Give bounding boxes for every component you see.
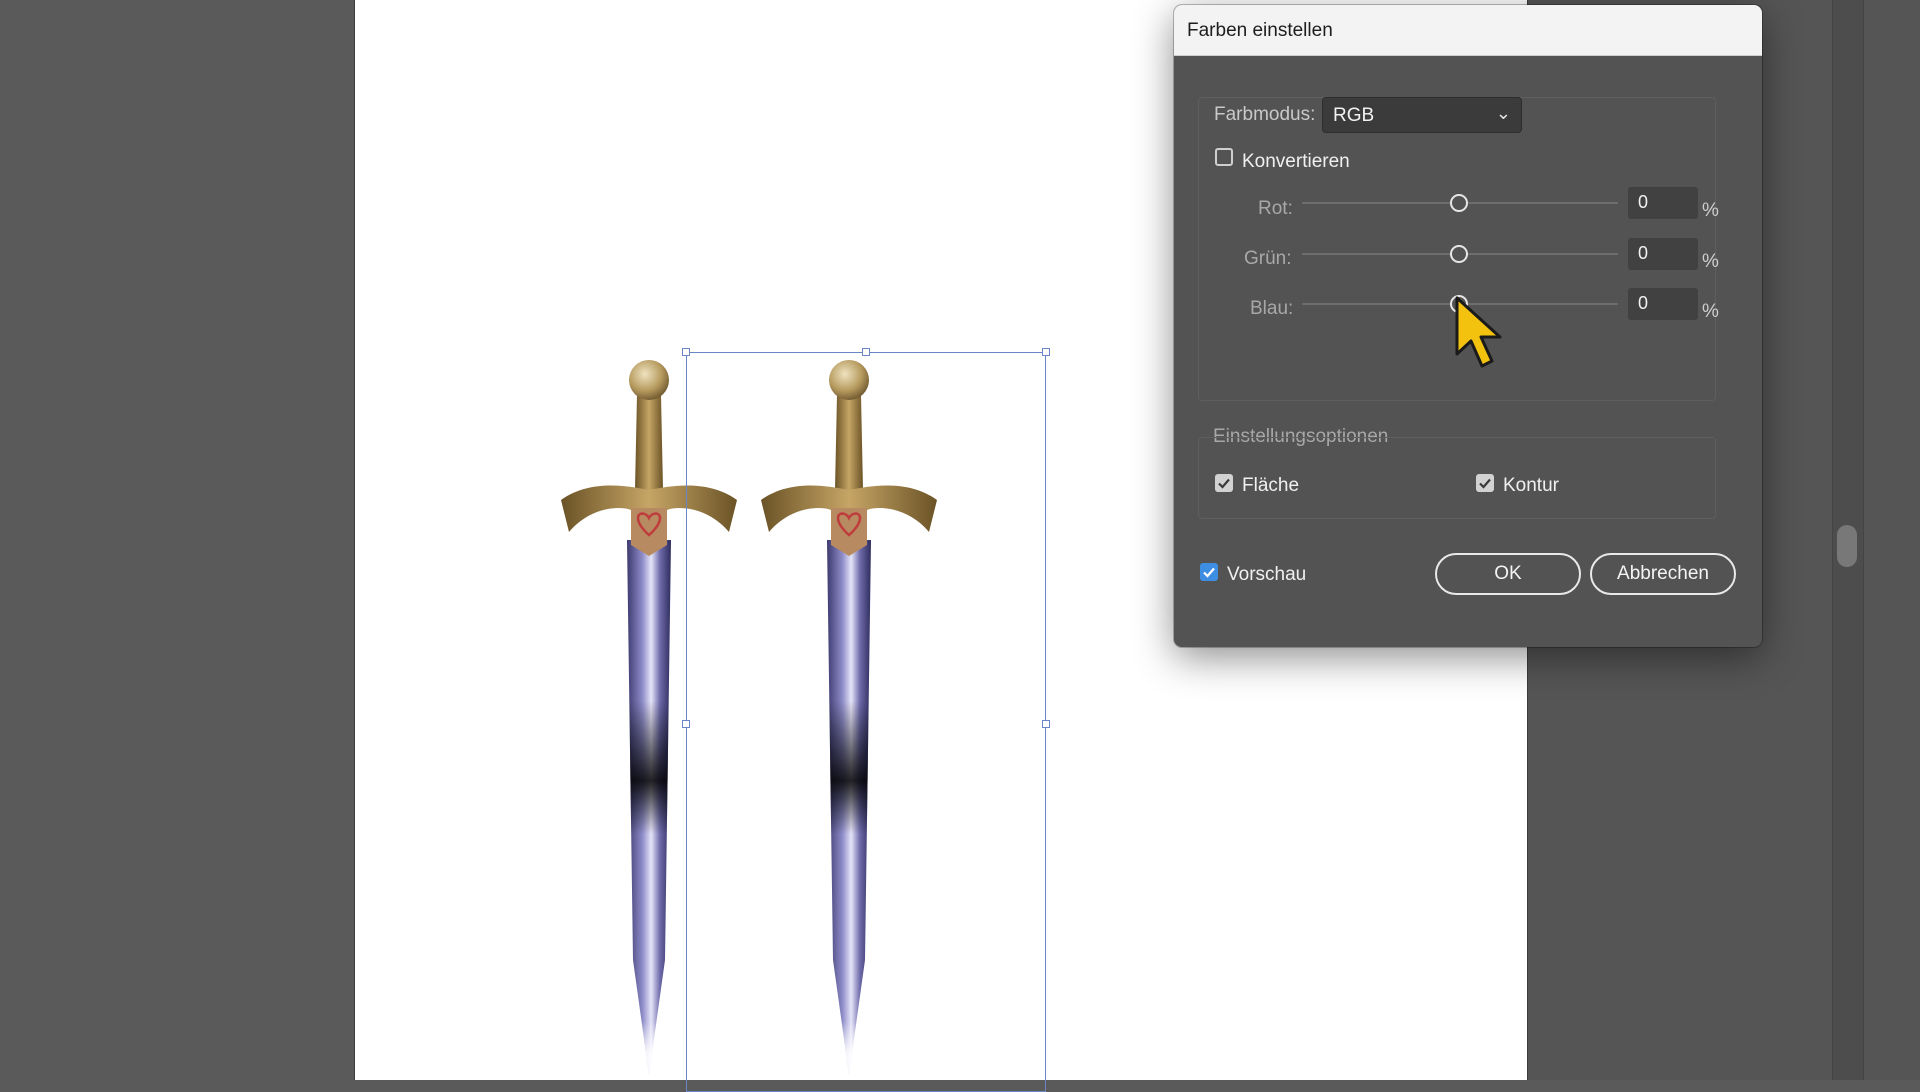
color-mode-select[interactable]: RGB ⌄	[1322, 97, 1522, 133]
ok-button[interactable]: OK	[1435, 553, 1581, 595]
fill-checkbox[interactable]	[1215, 474, 1233, 492]
color-mode-value: RGB	[1333, 105, 1375, 126]
blue-value-input[interactable]: 0	[1628, 288, 1698, 320]
blue-channel-label: Blau:	[1250, 298, 1294, 319]
checkmark-icon	[1479, 478, 1491, 489]
selection-bounding-box[interactable]	[682, 348, 1050, 1092]
chevron-down-icon: ⌄	[1495, 103, 1511, 123]
resize-handle-top-right[interactable]	[1042, 348, 1050, 356]
dialog-titlebar[interactable]: Farben einstellen	[1174, 5, 1762, 56]
convert-checkbox[interactable]	[1215, 148, 1233, 166]
preview-label: Vorschau	[1227, 564, 1307, 585]
cancel-button[interactable]: Abbrechen	[1590, 553, 1736, 595]
dialog-title: Farben einstellen	[1187, 20, 1333, 41]
convert-label: Konvertieren	[1242, 151, 1350, 172]
stroke-checkbox[interactable]	[1476, 474, 1494, 492]
color-mode-label: Farbmodus:	[1214, 104, 1316, 125]
green-channel-label: Grün:	[1244, 248, 1292, 269]
fill-label: Fläche	[1242, 475, 1300, 496]
mouse-pointer-icon	[1455, 296, 1502, 368]
stroke-label: Kontur	[1503, 475, 1559, 496]
resize-handle-middle-right[interactable]	[1042, 720, 1050, 728]
checkmark-icon	[1218, 478, 1230, 489]
red-value: 0	[1638, 192, 1649, 212]
resize-handle-top-center[interactable]	[862, 348, 870, 356]
resize-handle-top-left[interactable]	[682, 348, 690, 356]
resize-handle-middle-left[interactable]	[682, 720, 690, 728]
green-slider-thumb[interactable]	[1450, 245, 1468, 263]
green-unit: %	[1702, 251, 1719, 272]
blue-unit: %	[1702, 301, 1719, 322]
preview-checkbox[interactable]	[1200, 563, 1218, 581]
red-unit: %	[1702, 200, 1719, 221]
checkmark-icon	[1203, 567, 1215, 578]
green-value: 0	[1638, 243, 1649, 263]
green-value-input[interactable]: 0	[1628, 238, 1698, 270]
blue-value: 0	[1638, 293, 1649, 313]
red-slider-thumb[interactable]	[1450, 194, 1468, 212]
red-value-input[interactable]: 0	[1628, 187, 1698, 219]
red-channel-label: Rot:	[1258, 198, 1293, 219]
